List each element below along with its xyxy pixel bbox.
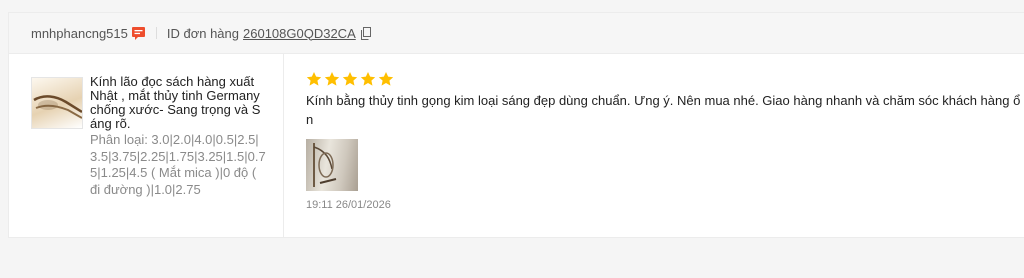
- product-thumbnail[interactable]: [31, 77, 83, 129]
- review-section: Kính bằng thủy tinh gọng kim loại sáng đ…: [284, 54, 1024, 237]
- order-id-label: ID đơn hàng: [166, 25, 239, 41]
- order-header: mnhphancng515 ID đơn hàng 260108G0QD32CA: [9, 13, 1024, 54]
- review-photo[interactable]: [306, 139, 358, 191]
- star-icon: [324, 72, 340, 86]
- star-icon: [360, 72, 376, 86]
- chat-icon[interactable]: [131, 26, 146, 40]
- product-variation: Phân loại: 3.0|2.0|4.0|0.5|2.5|3.5|3.75|…: [90, 132, 266, 197]
- username[interactable]: mnhphancng515: [31, 26, 128, 41]
- copy-icon[interactable]: [360, 26, 371, 40]
- product-section: Kính lão đọc sách hàng xuất Nhật , mắt t…: [9, 54, 284, 237]
- review-comment: Kính bằng thủy tinh gọng kim loại sáng đ…: [306, 93, 1021, 127]
- rating-stars: [306, 71, 1024, 89]
- star-icon: [378, 72, 394, 86]
- header-divider: [155, 27, 157, 39]
- order-id-link[interactable]: 260108G0QD32CA: [243, 26, 356, 41]
- order-review-card: mnhphancng515 ID đơn hàng 260108G0QD32CA: [8, 12, 1024, 238]
- star-icon: [306, 72, 322, 86]
- review-timestamp: 19:11 26/01/2026: [306, 199, 391, 211]
- star-icon: [342, 72, 358, 86]
- product-name[interactable]: Kính lão đọc sách hàng xuất Nhật , mắt t…: [90, 75, 266, 131]
